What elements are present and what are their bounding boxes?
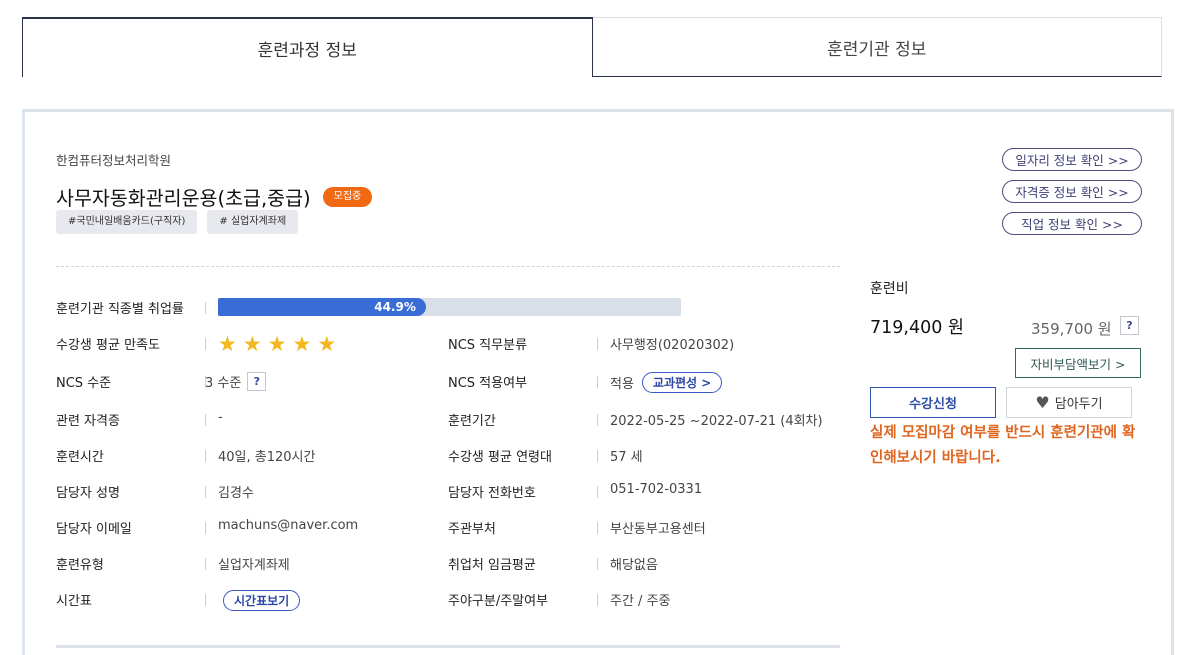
- tag-card: #국민내일배움카드(구직자): [56, 210, 198, 234]
- type-value: 실업자계좌제: [218, 558, 290, 573]
- heart-icon: ♥: [1035, 393, 1050, 412]
- cert-value: -: [218, 410, 223, 425]
- tab-institution-info[interactable]: 훈련기관 정보: [592, 17, 1162, 77]
- fee-amount: 719,400 원: [870, 318, 965, 338]
- bottom-divider: [56, 645, 840, 648]
- fee-help-icon[interactable]: ?: [1120, 316, 1139, 335]
- curriculum-button[interactable]: 교과편성 >: [641, 372, 723, 393]
- star-icon: ★: [317, 332, 337, 356]
- tag-account: # 실업자계좌제: [207, 210, 299, 234]
- wage-value: 해당없음: [610, 558, 658, 573]
- cert-row: 관련 자격증 - 훈련기간 2022-05-25 ~2022-07-21 (4회…: [56, 410, 840, 430]
- type-row: 훈련유형 실업자계좌제 취업처 임금평균 해당없음: [56, 554, 840, 574]
- fee-title: 훈련비: [870, 281, 909, 297]
- schedule-row: 시간표 시간표보기 주야구분/주말여부 주간 / 주중: [56, 590, 840, 611]
- ncs-category-value: 사무행정(02020302): [610, 338, 735, 353]
- hours-row: 훈련시간 40일, 총120시간 수강생 평균 연령대 57 세: [56, 446, 840, 466]
- email-row: 담당자 이메일 machuns@naver.com 주관부처 부산동부고용센터: [56, 518, 840, 538]
- self-pay-button[interactable]: 자비부담액보기 >: [1015, 348, 1141, 378]
- hours-label: 훈련시간: [56, 450, 104, 465]
- schedule-label: 시간표: [56, 594, 92, 609]
- star-icon: ★: [218, 332, 237, 356]
- employment-rate-row: 훈련기관 직종별 취업률 44.9%: [56, 298, 840, 318]
- star-icon: ★: [242, 332, 262, 356]
- phone-label: 담당자 전화번호: [448, 486, 536, 501]
- period-value: 2022-05-25 ~2022-07-21 (4회차): [610, 414, 823, 429]
- type-label: 훈련유형: [56, 558, 104, 573]
- ncs-level-label: NCS 수준: [56, 376, 112, 391]
- age-value: 57 세: [610, 450, 643, 465]
- course-title: 사무자동화관리운용(초급,중급): [56, 187, 311, 210]
- tag-list: #국민내일배움카드(구직자) # 실업자계좌제: [56, 210, 299, 234]
- email-label: 담당자 이메일: [56, 522, 132, 537]
- status-badge: 모집중: [322, 186, 373, 207]
- daynight-value: 주간 / 주중: [610, 594, 671, 609]
- schedule-button[interactable]: 시간표보기: [223, 590, 301, 611]
- ncs-level-row: NCS 수준 3 수준 ? NCS 적용여부 적용 교과편성 >: [56, 372, 840, 393]
- manager-label: 담당자 성명: [56, 486, 120, 501]
- phone-value: 051-702-0331: [610, 482, 703, 497]
- email-value: machuns@naver.com: [218, 518, 359, 533]
- satisfaction-stars: ★ ★ ★ ★ ★: [218, 332, 337, 356]
- certificate-info-link[interactable]: 자격증 정보 확인 >>: [1002, 180, 1142, 203]
- ncs-level-value: 3 수준: [205, 376, 242, 391]
- cert-label: 관련 자격증: [56, 414, 120, 429]
- age-label: 수강생 평균 연령대: [448, 450, 552, 465]
- manager-value: 김경수: [218, 486, 254, 501]
- ncs-apply-label: NCS 적용여부: [448, 376, 528, 391]
- wishlist-button[interactable]: ♥ 담아두기: [1006, 387, 1132, 418]
- course-title-row: 사무자동화관리운용(초급,중급) 모집중: [56, 182, 373, 211]
- ncs-apply-value: 적용: [610, 377, 634, 392]
- self-pay-amount: 359,700 원: [1031, 320, 1112, 338]
- ncs-category-label: NCS 직무분류: [448, 338, 528, 353]
- star-icon: ★: [267, 332, 287, 356]
- external-links: 일자리 정보 확인 >> 자격증 정보 확인 >> 직업 정보 확인 >>: [1002, 148, 1142, 235]
- occupation-info-link[interactable]: 직업 정보 확인 >>: [1002, 212, 1142, 235]
- satisfaction-label: 수강생 평균 만족도: [56, 338, 160, 353]
- daynight-label: 주야구분/주말여부: [448, 594, 549, 609]
- deadline-warning: 실제 모집마감 여부를 반드시 훈련기관에 확인해보시기 바랍니다.: [870, 425, 1136, 466]
- hours-value: 40일, 총120시간: [218, 450, 316, 465]
- wishlist-label: 담아두기: [1054, 397, 1103, 412]
- satisfaction-row: 수강생 평균 만족도 ★ ★ ★ ★ ★ NCS 직무분류 사무행정(02020302): [56, 332, 840, 356]
- employment-rate-bar: 44.9%: [218, 298, 681, 316]
- divider: [56, 266, 840, 267]
- course-detail-panel: 한컴퓨터정보처리학원 사무자동화관리운용(초급,중급) 모집중 #국민내일배움카…: [22, 109, 1174, 655]
- tab-course-info[interactable]: 훈련과정 정보: [22, 17, 593, 77]
- star-icon: ★: [292, 332, 312, 356]
- dept-label: 주관부처: [448, 522, 496, 537]
- period-label: 훈련기간: [448, 414, 496, 429]
- manager-row: 담당자 성명 김경수 담당자 전화번호 051-702-0331: [56, 482, 840, 502]
- tab-bar: 훈련과정 정보 훈련기관 정보: [22, 17, 1162, 77]
- help-icon[interactable]: ?: [247, 372, 267, 391]
- wage-label: 취업처 임금평균: [448, 558, 536, 573]
- institution-name: 한컴퓨터정보처리학원: [56, 153, 172, 168]
- dept-value: 부산동부고용센터: [610, 522, 706, 537]
- employment-rate-fill: 44.9%: [218, 298, 426, 316]
- job-info-link[interactable]: 일자리 정보 확인 >>: [1002, 148, 1142, 171]
- employment-rate-label: 훈련기관 직종별 취업률: [56, 302, 184, 317]
- apply-button[interactable]: 수강신청: [870, 387, 996, 418]
